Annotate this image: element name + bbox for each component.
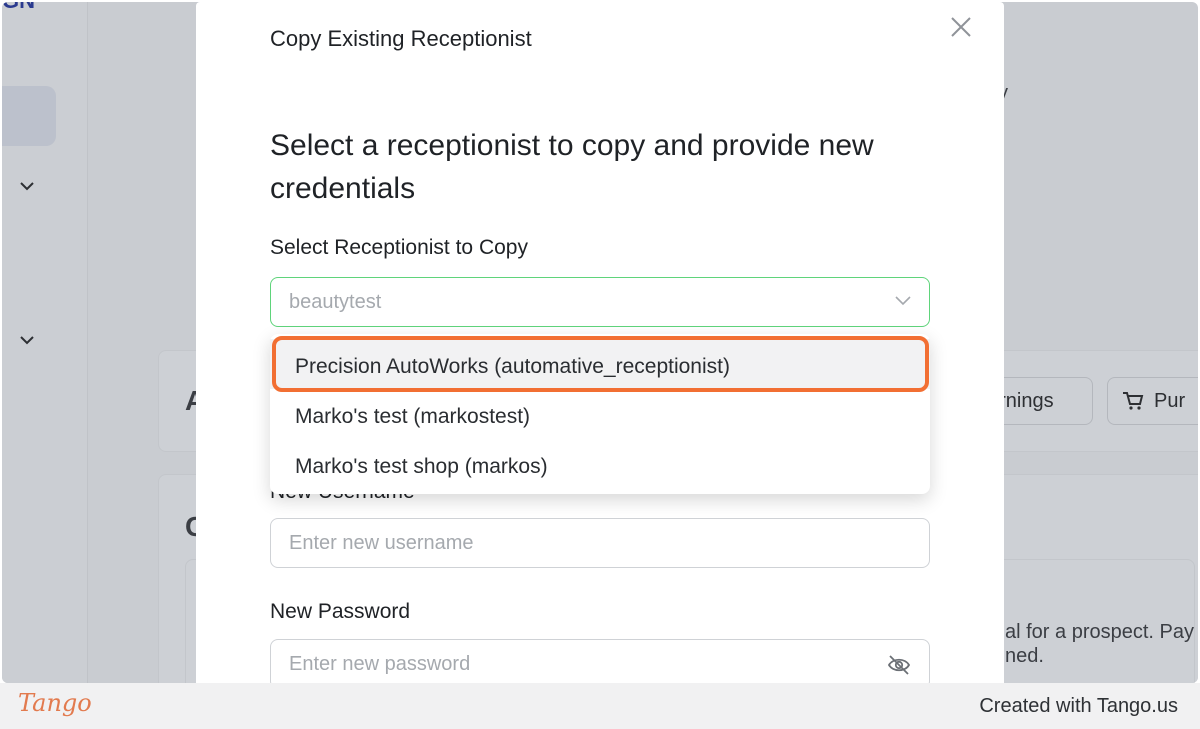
sidebar-active-item[interactable] — [2, 86, 56, 146]
username-placeholder: Enter new username — [289, 532, 474, 554]
footer-credit: Created with Tango.us — [979, 695, 1178, 717]
tango-logo: Tango — [18, 689, 92, 717]
cart-icon — [1122, 391, 1144, 417]
sidebar: GN — [2, 2, 88, 683]
dropdown-option[interactable]: Precision AutoWorks (automative_receptio… — [270, 339, 930, 389]
purchase-button[interactable]: Pur — [1107, 377, 1198, 425]
chevron-down-icon[interactable] — [20, 332, 34, 348]
tango-footer: Tango Created with Tango.us — [0, 683, 1200, 729]
receptionist-dropdown: Precision AutoWorks (automative_receptio… — [270, 334, 930, 494]
chevron-down-icon — [895, 296, 911, 306]
dropdown-option[interactable]: Marko's test (markostest) — [270, 389, 930, 439]
select-value: beautytest — [289, 291, 382, 313]
select-receptionist-label: Select Receptionist to Copy — [270, 236, 528, 259]
description-line-2: ned. — [1005, 645, 1044, 667]
new-password-label: New Password — [270, 600, 411, 623]
chevron-down-icon[interactable] — [20, 178, 34, 194]
modal-title: Copy Existing Receptionist — [270, 26, 532, 51]
close-button[interactable] — [944, 10, 978, 44]
receptionist-select[interactable]: beautytest — [270, 277, 930, 327]
app-logo: GN — [2, 2, 58, 13]
close-icon — [951, 17, 971, 37]
username-input[interactable]: Enter new username — [270, 518, 930, 568]
eye-off-icon[interactable] — [887, 654, 911, 676]
password-placeholder: Enter new password — [289, 653, 471, 675]
dropdown-option[interactable]: Marko's test shop (markos) — [270, 439, 930, 489]
modal-heading: Select a receptionist to copy and provid… — [270, 129, 874, 205]
purchase-button-label: Pur — [1154, 390, 1186, 412]
password-input[interactable]: Enter new password — [270, 639, 930, 683]
description-line-1: al for a prospect. Pay — [1005, 621, 1194, 643]
